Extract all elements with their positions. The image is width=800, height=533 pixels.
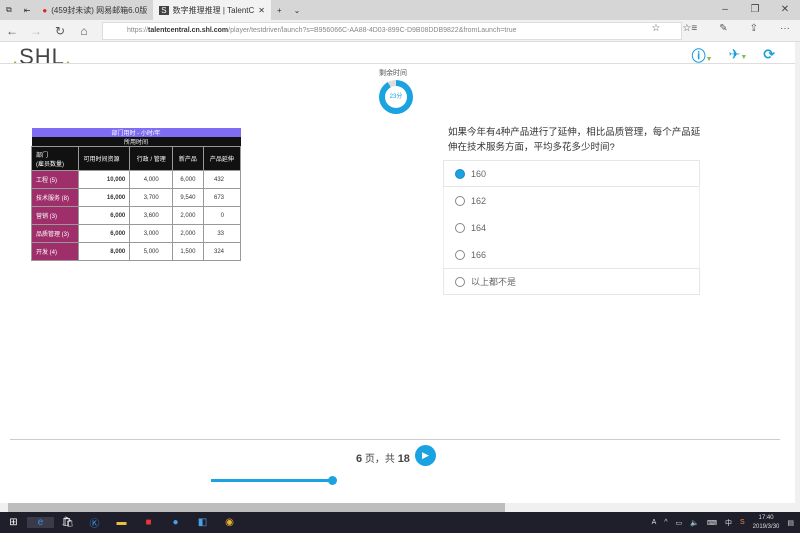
header-new-product: 新产品 [173, 147, 204, 171]
more-icon[interactable]: ··· [780, 23, 790, 34]
notification-icon[interactable]: ▤ [787, 519, 794, 527]
next-button[interactable]: ▶ [415, 445, 436, 466]
share-icon[interactable]: ⇪ [750, 23, 758, 34]
browser-tab-bar: ⧉ ⇤ ●(459封未读) 网易邮箱6.0版 S数字推理推理 | TalentC… [0, 0, 800, 20]
tab-list-chevron-icon[interactable]: ⌄ [288, 0, 307, 20]
header-department: 部门 (雇员数量) [32, 147, 79, 171]
vertical-scrollbar[interactable] [795, 42, 800, 512]
header-divider [0, 63, 795, 64]
browser-tab-mail[interactable]: ●(459封未读) 网易邮箱6.0版 [36, 0, 153, 20]
horizontal-scrollbar[interactable] [0, 503, 795, 512]
shl-favicon-icon: S [159, 6, 168, 15]
battery-icon[interactable]: ▭ [676, 519, 683, 527]
keyboard-icon[interactable]: ⌨ [707, 519, 717, 527]
timer-label: 剩余时间 [379, 68, 407, 78]
address-bar-row: ← → ↻ ⌂ https://talentcentral.cn.shl.com… [0, 20, 800, 42]
option-164[interactable]: 164 [443, 214, 700, 241]
new-tab-button[interactable]: + [271, 0, 288, 20]
notes-icon[interactable]: ✎ [719, 23, 727, 34]
chrome-icon[interactable]: ◉ [216, 517, 243, 528]
data-table: 部门用时 - 小时/年 所用时间 部门 (雇员数量) 可用时间资源 行政 / 管… [31, 128, 241, 261]
restore-button[interactable]: ❐ [740, 0, 770, 20]
radio[interactable] [455, 277, 465, 287]
radio[interactable] [455, 250, 465, 260]
table-row: 品质管理 (3)6,0003,0002,00033 [32, 225, 241, 243]
page-indicator: 6 页，共 18 [356, 450, 410, 465]
tab-aside-icon[interactable]: ⇤ [18, 0, 37, 20]
volume-icon[interactable]: 🔈 [690, 519, 699, 527]
store-icon[interactable]: 🛍 [54, 517, 81, 528]
header-available: 可用时间资源 [79, 147, 130, 171]
option-none[interactable]: 以上都不是 [443, 268, 700, 295]
radio[interactable] [455, 196, 465, 206]
answer-options: 160 162 164 166 以上都不是 [443, 160, 700, 295]
table-row: 开发 (4)8,0005,0001,500324 [32, 243, 241, 261]
question-text: 如果今年有4种产品进行了延伸，相比品质管理，每个产品延伸在技术服务方面，平均多花… [448, 125, 708, 155]
table-row: 技术服务 (8)16,0003,7009,540673 [32, 189, 241, 207]
option-160[interactable]: 160 [443, 160, 700, 187]
browser-tab-test[interactable]: S数字推理推理 | TalentC✕ [153, 0, 271, 20]
close-window-button[interactable]: ✕ [770, 0, 800, 20]
table-subtitle: 所用时间 [32, 137, 241, 147]
radio-selected[interactable] [455, 169, 465, 179]
mail-icon: ● [42, 6, 47, 15]
radio[interactable] [455, 223, 465, 233]
back-button[interactable]: ← [0, 24, 24, 38]
start-icon[interactable]: ⊞ [0, 517, 27, 528]
progress-marker [328, 476, 337, 485]
url-input[interactable]: https://talentcentral.cn.shl.com/player/… [102, 22, 682, 40]
home-button[interactable]: ⌂ [72, 24, 96, 38]
footer-divider [10, 439, 780, 440]
ime-indicator[interactable]: 中 [725, 518, 732, 528]
taskbar: ⊞ e 🛍 Ⓚ ▬ ■ ● ◧ ◉ A ^ ▭ 🔈 ⌨ 中 S 17:402019/3/30 ▤ [0, 512, 800, 533]
favorites-icon[interactable]: ☆≡ [682, 23, 697, 34]
timer-value: 23分 [385, 86, 407, 108]
table-row: 工程 (5)10,0004,0006,000432 [32, 171, 241, 189]
refresh-button[interactable]: ↻ [48, 24, 72, 38]
close-tab-icon[interactable]: ✕ [258, 6, 265, 15]
option-162[interactable]: 162 [443, 187, 700, 214]
edge-icon[interactable]: e [27, 517, 54, 528]
k-app-icon[interactable]: Ⓚ [81, 515, 108, 530]
test-page: .SHL. ⓘ▼✈▼⟳ 剩余时间 23分 部门用时 - 小时/年 所用时间 部门… [0, 42, 795, 503]
minimize-button[interactable]: – [710, 0, 740, 20]
tab-actions-icon[interactable]: ⧉ [0, 0, 18, 20]
table-title: 部门用时 - 小时/年 [32, 128, 241, 137]
header-admin: 行政 / 管理 [130, 147, 173, 171]
table-row: 营销 (3)6,0003,6002,0000 [32, 207, 241, 225]
forward-button[interactable]: → [24, 24, 48, 38]
file-explorer-icon[interactable]: ▬ [108, 517, 135, 528]
netease-icon[interactable]: ■ [135, 517, 162, 528]
ime-pad-icon[interactable]: A [652, 519, 657, 526]
clock[interactable]: 17:402019/3/30 [753, 514, 780, 532]
timer-ring: 23分 [379, 80, 413, 114]
tray-chevron-icon[interactable]: ^ [664, 519, 667, 526]
option-166[interactable]: 166 [443, 241, 700, 268]
browser-icon[interactable]: ● [162, 517, 189, 528]
favorite-star-icon[interactable]: ☆ [651, 23, 660, 34]
sogou-icon[interactable]: S [740, 519, 745, 526]
header-extension: 产品延伸 [203, 147, 240, 171]
shl-logo: .SHL. [12, 44, 72, 70]
app-icon[interactable]: ◧ [189, 517, 216, 528]
progress-bar [211, 479, 332, 482]
